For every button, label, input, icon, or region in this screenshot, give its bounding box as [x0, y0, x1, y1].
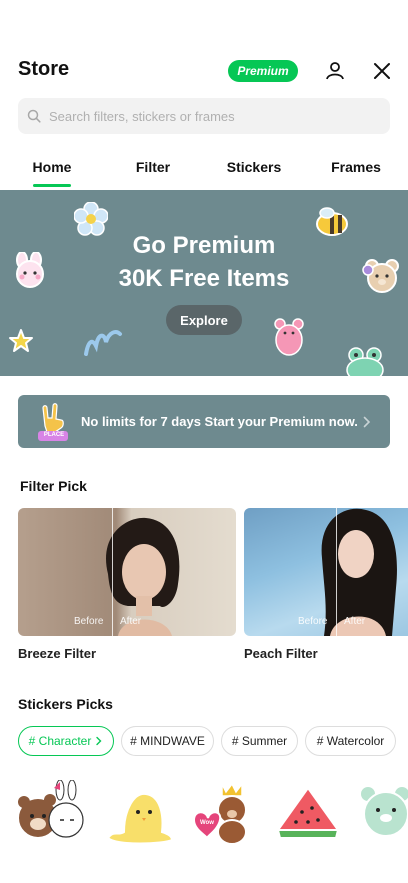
before-after-divider[interactable]: [112, 508, 113, 636]
before-label: Before: [298, 616, 328, 627]
frog-icon: [346, 347, 384, 376]
rock-hand-icon: PLACE: [35, 402, 71, 442]
profile-button[interactable]: [322, 58, 348, 84]
close-button[interactable]: [369, 58, 395, 84]
banner-headline: Go Premium: [132, 232, 276, 259]
tab-frames[interactable]: Frames: [316, 159, 396, 175]
chip-label: # Character: [28, 734, 92, 748]
chip-summer[interactable]: # Summer: [221, 726, 298, 756]
peach-filter-card[interactable]: Before After: [244, 508, 408, 636]
portrait-photo: [106, 517, 180, 636]
chip-watercolor[interactable]: # Watercolor: [305, 726, 396, 756]
mint-bear-sticker[interactable]: [358, 780, 408, 846]
promo-badge: PLACE: [43, 431, 65, 438]
search-bar[interactable]: [18, 98, 390, 134]
tab-stickers[interactable]: Stickers: [214, 159, 294, 175]
before-after-divider[interactable]: [336, 508, 337, 636]
premium-banner[interactable]: Go Premium 30K Free Items Explore: [0, 190, 408, 376]
page-title: Store: [18, 58, 70, 80]
peach-filter-label[interactable]: Peach Filter: [244, 646, 318, 661]
flower-icon: [74, 202, 108, 236]
tab-filter[interactable]: Filter: [113, 159, 193, 175]
brown-and-cony-sticker[interactable]: [16, 780, 88, 846]
crowned-bear-sticker[interactable]: Wow: [188, 780, 260, 846]
after-label: After: [120, 616, 142, 627]
before-label: Before: [74, 616, 104, 627]
filter-pick-title: Filter Pick: [20, 478, 87, 494]
search-icon: [27, 109, 41, 123]
close-icon: [374, 63, 390, 79]
promo-text: No limits for 7 days Start your Premium …: [81, 414, 358, 429]
gummy-bear-icon: [274, 318, 304, 356]
doodle-icon: [84, 330, 122, 356]
explore-button[interactable]: Explore: [166, 305, 242, 335]
premium-button[interactable]: Premium: [228, 60, 298, 82]
tab-home[interactable]: Home: [12, 159, 92, 175]
breeze-filter-label[interactable]: Breeze Filter: [18, 646, 96, 661]
chevron-right-icon: [363, 416, 371, 428]
person-icon: [326, 62, 344, 80]
search-input[interactable]: [47, 107, 390, 125]
chip-mindwave[interactable]: # MINDWAVE: [121, 726, 214, 756]
active-tab-indicator: [33, 184, 71, 187]
star-icon: [9, 329, 33, 352]
premium-trial-banner[interactable]: PLACE No limits for 7 days Start your Pr…: [18, 395, 390, 448]
banner-subheadline: 30K Free Items: [118, 265, 290, 292]
after-label: After: [344, 616, 366, 627]
heart-bubble-text: Wow: [200, 820, 214, 826]
breeze-filter-card[interactable]: Before After: [18, 508, 236, 636]
chip-character[interactable]: # Character: [18, 726, 114, 756]
stickers-picks-title: Stickers Picks: [18, 696, 113, 712]
chevron-right-icon: [96, 736, 102, 746]
melting-chick-sticker[interactable]: [104, 780, 176, 846]
watermelon-sticker[interactable]: [272, 780, 344, 846]
